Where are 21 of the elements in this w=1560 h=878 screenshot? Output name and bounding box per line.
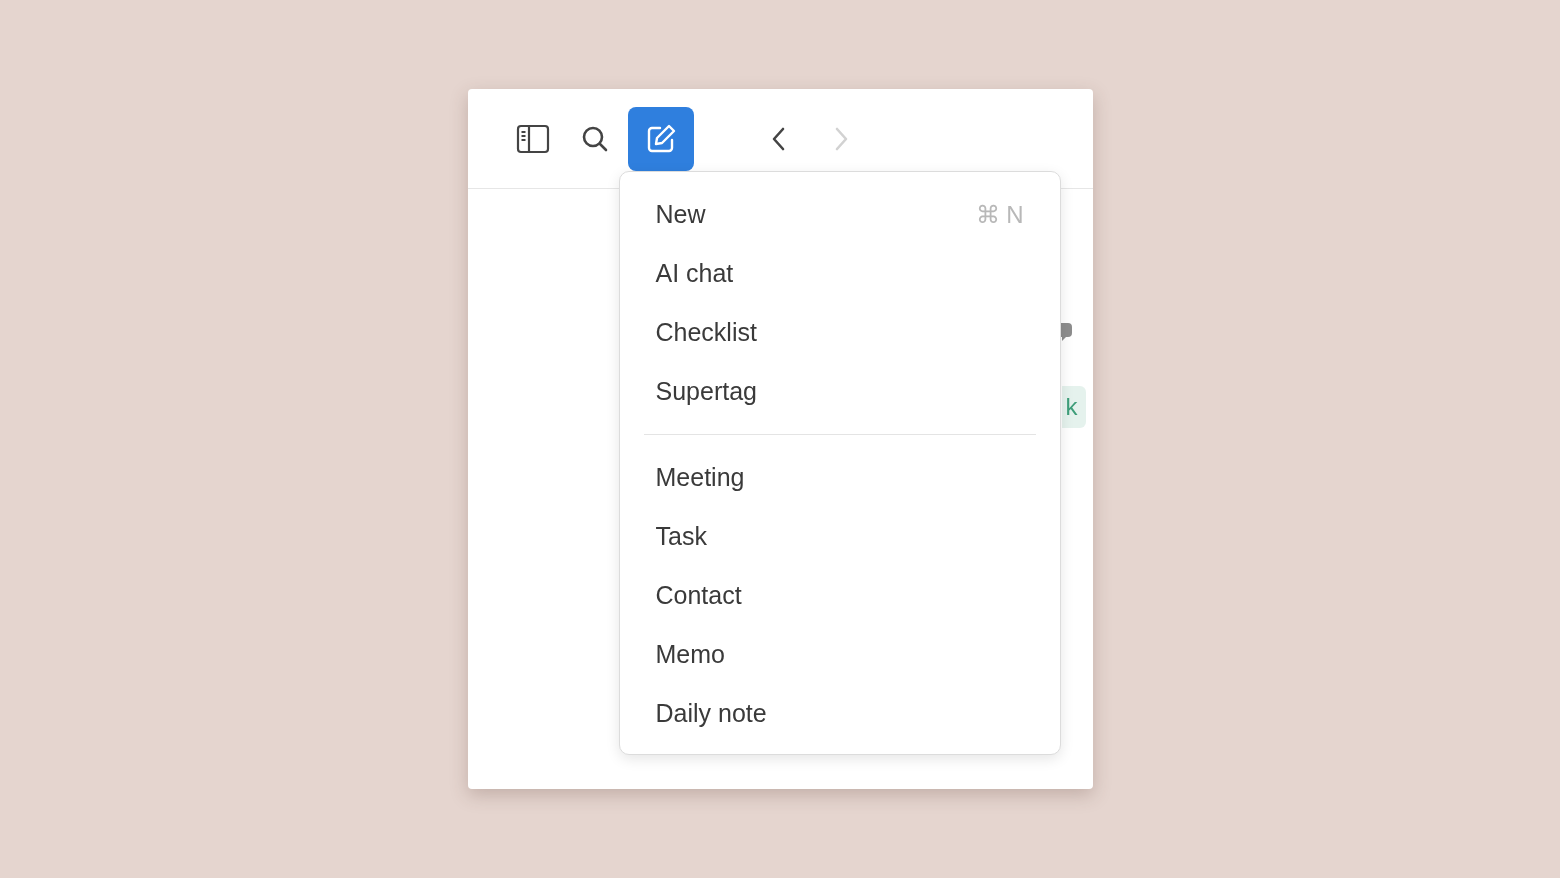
menu-item[interactable]: AI chat	[643, 244, 1036, 303]
menu-item[interactable]: Supertag	[643, 362, 1036, 421]
menu-item[interactable]: Task	[643, 507, 1036, 566]
menu-item-label: Daily note	[655, 699, 767, 728]
menu-item[interactable]: Checklist	[643, 303, 1036, 362]
shortcut-label: ⌘ N	[975, 200, 1024, 229]
menu-item[interactable]: New ⌘ N	[643, 185, 1036, 244]
menu-item-label: Contact	[655, 581, 742, 610]
menu-item-label: Meeting	[655, 463, 745, 492]
menu-item[interactable]: Memo	[643, 625, 1036, 684]
menu-item[interactable]: Contact	[643, 566, 1036, 625]
menu-item-label: Checklist	[655, 318, 757, 347]
tag: k	[1061, 386, 1086, 428]
menu-item-label: New	[655, 200, 706, 229]
compose-button[interactable]	[627, 106, 694, 171]
menu-item-label: Task	[655, 522, 707, 551]
menu-item[interactable]: Meeting	[643, 448, 1036, 507]
menu-item-label: Memo	[655, 640, 725, 669]
menu-item[interactable]: Daily note	[643, 684, 1036, 743]
menu-item-label: AI chat	[655, 259, 734, 288]
menu-item-label: Supertag	[655, 377, 757, 406]
